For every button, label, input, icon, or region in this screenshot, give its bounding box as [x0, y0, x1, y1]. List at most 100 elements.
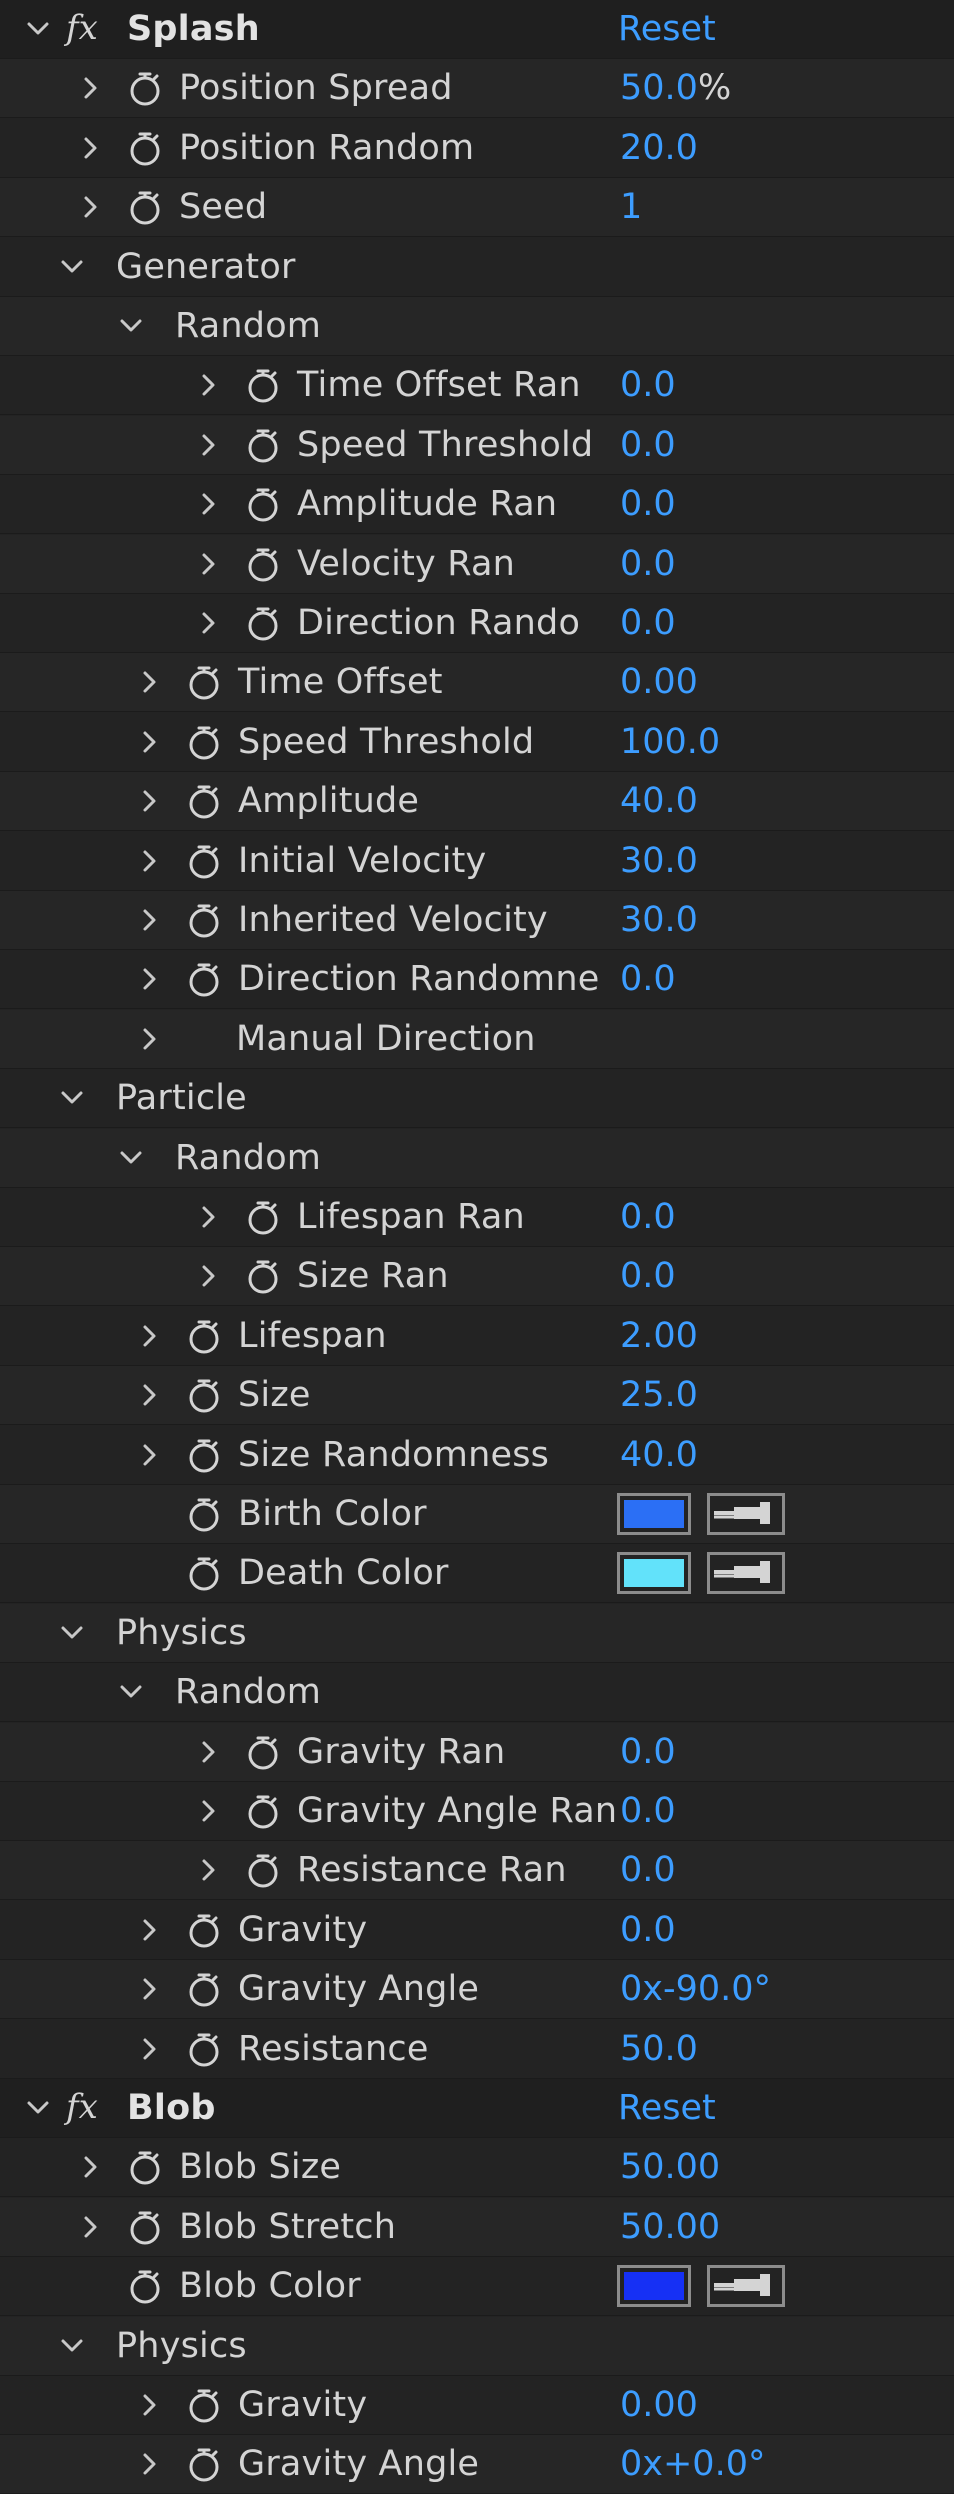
chevron-right-icon[interactable]	[70, 2138, 110, 2196]
chevron-down-icon[interactable]	[111, 297, 151, 355]
stopwatch-icon[interactable]	[182, 2020, 226, 2078]
value-text[interactable]: 0.0	[620, 544, 676, 584]
value-text[interactable]: 40.0	[620, 1435, 698, 1475]
stopwatch-icon[interactable]	[241, 1841, 285, 1899]
chevron-right-icon[interactable]	[129, 1426, 169, 1484]
stopwatch-icon[interactable]	[241, 594, 285, 652]
stopwatch-icon[interactable]	[241, 356, 285, 414]
chevron-right-icon[interactable]	[70, 119, 110, 177]
property-value[interactable]: 50.0%	[620, 59, 731, 117]
property-value[interactable]: 0.0	[620, 1723, 676, 1781]
chevron-right-icon[interactable]	[188, 1188, 228, 1246]
stopwatch-icon[interactable]	[241, 1723, 285, 1781]
color-swatch[interactable]	[617, 1552, 691, 1595]
stopwatch-icon[interactable]	[182, 950, 226, 1008]
value-text[interactable]: 50.00	[620, 2147, 720, 2187]
value-text[interactable]: 50.00	[620, 2207, 720, 2247]
chevron-right-icon[interactable]	[188, 1247, 228, 1305]
value-text[interactable]: 0.00	[620, 662, 698, 702]
stopwatch-icon[interactable]	[241, 1188, 285, 1246]
value-text[interactable]: 0.0	[620, 365, 676, 405]
property-value[interactable]: 0.0	[620, 1782, 676, 1840]
value-text[interactable]: 30.0	[620, 841, 698, 881]
chevron-right-icon[interactable]	[70, 2198, 110, 2256]
property-value[interactable]: 1	[620, 178, 642, 236]
property-value[interactable]: 20.0	[620, 119, 698, 177]
stopwatch-icon[interactable]	[123, 2198, 167, 2256]
value-text[interactable]: 100.0	[620, 722, 720, 762]
property-value[interactable]: 0.00	[620, 2376, 698, 2434]
chevron-down-icon[interactable]	[111, 1663, 151, 1721]
value-text[interactable]: 20.0	[620, 128, 698, 168]
chevron-right-icon[interactable]	[188, 535, 228, 593]
fx-icon[interactable]: fx	[62, 2079, 118, 2137]
eyedropper-icon[interactable]	[707, 1552, 785, 1595]
property-value[interactable]: 0.0	[620, 475, 676, 533]
color-swatch[interactable]	[617, 2265, 691, 2308]
eyedropper-icon[interactable]	[707, 1493, 785, 1535]
chevron-right-icon[interactable]	[188, 475, 228, 533]
reset-button[interactable]: Reset	[618, 0, 716, 58]
stopwatch-icon[interactable]	[241, 1247, 285, 1305]
stopwatch-icon[interactable]	[123, 2138, 167, 2196]
value-text[interactable]: 25.0	[620, 1375, 698, 1415]
stopwatch-icon[interactable]	[182, 713, 226, 771]
property-value[interactable]: 0.0	[620, 416, 676, 474]
stopwatch-icon[interactable]	[123, 119, 167, 177]
property-value[interactable]: 50.0	[620, 2020, 698, 2078]
stopwatch-icon[interactable]	[182, 653, 226, 711]
value-text[interactable]: 0.0	[620, 425, 676, 465]
chevron-right-icon[interactable]	[129, 891, 169, 949]
stopwatch-icon[interactable]	[182, 1366, 226, 1424]
chevron-right-icon[interactable]	[188, 356, 228, 414]
value-text[interactable]: 0x-90.0°	[620, 1969, 771, 2009]
stopwatch-icon[interactable]	[123, 59, 167, 117]
value-text[interactable]: 2.00	[620, 1316, 698, 1356]
chevron-right-icon[interactable]	[129, 2435, 169, 2493]
value-text[interactable]: 0.0	[620, 603, 676, 643]
chevron-right-icon[interactable]	[129, 950, 169, 1008]
property-value[interactable]: 0.0	[620, 1247, 676, 1305]
property-value[interactable]: 25.0	[620, 1366, 698, 1424]
property-value[interactable]: 50.00	[620, 2198, 720, 2256]
eyedropper-icon[interactable]	[707, 2265, 785, 2308]
chevron-right-icon[interactable]	[129, 1960, 169, 2018]
value-text[interactable]: 30.0	[620, 900, 698, 940]
value-text[interactable]: 0.0	[620, 959, 676, 999]
value-text[interactable]: 0.0	[620, 1732, 676, 1772]
chevron-right-icon[interactable]	[129, 772, 169, 830]
property-value[interactable]: 0.0	[620, 1901, 676, 1959]
stopwatch-icon[interactable]	[123, 178, 167, 236]
chevron-right-icon[interactable]	[70, 59, 110, 117]
chevron-down-icon[interactable]	[18, 0, 58, 58]
stopwatch-icon[interactable]	[182, 2435, 226, 2493]
value-text[interactable]: 0.0	[620, 1791, 676, 1831]
stopwatch-icon[interactable]	[182, 891, 226, 949]
value-text[interactable]: 50.0	[620, 68, 698, 108]
chevron-right-icon[interactable]	[129, 832, 169, 890]
value-text[interactable]: 0.0	[620, 484, 676, 524]
value-text[interactable]: 0.00	[620, 2385, 698, 2425]
chevron-down-icon[interactable]	[52, 1069, 92, 1127]
property-value[interactable]: 30.0	[620, 891, 698, 949]
stopwatch-icon[interactable]	[182, 2376, 226, 2434]
value-text[interactable]: 0.0	[620, 1910, 676, 1950]
chevron-right-icon[interactable]	[129, 713, 169, 771]
stopwatch-icon[interactable]	[241, 535, 285, 593]
property-value[interactable]: 0.0	[620, 594, 676, 652]
property-value[interactable]: 40.0	[620, 1426, 698, 1484]
chevron-right-icon[interactable]	[129, 1901, 169, 1959]
stopwatch-icon[interactable]	[182, 1544, 226, 1602]
stopwatch-icon[interactable]	[182, 1307, 226, 1365]
chevron-right-icon[interactable]	[188, 1782, 228, 1840]
stopwatch-icon[interactable]	[241, 416, 285, 474]
property-value[interactable]: 0.0	[620, 1841, 676, 1899]
chevron-right-icon[interactable]	[129, 1366, 169, 1424]
reset-button[interactable]: Reset	[618, 2079, 716, 2137]
chevron-down-icon[interactable]	[52, 2317, 92, 2375]
chevron-down-icon[interactable]	[18, 2079, 58, 2137]
chevron-right-icon[interactable]	[188, 416, 228, 474]
chevron-right-icon[interactable]	[129, 2020, 169, 2078]
stopwatch-icon[interactable]	[241, 475, 285, 533]
stopwatch-icon[interactable]	[182, 772, 226, 830]
